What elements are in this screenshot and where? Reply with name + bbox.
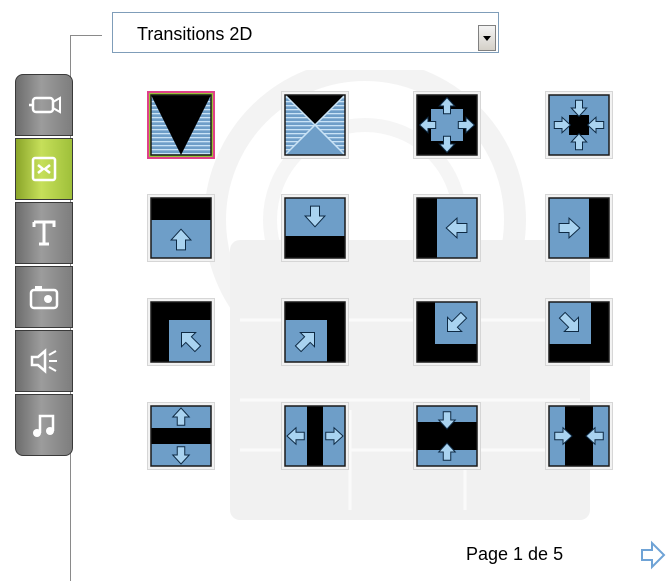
diagonal-down-left-icon <box>416 301 478 363</box>
photo-icon <box>29 286 59 310</box>
sound-icon <box>30 348 57 374</box>
dropdown-arrow-button[interactable] <box>478 25 496 51</box>
transition-tile[interactable] <box>545 91 613 159</box>
arrows-in-icon <box>548 94 610 156</box>
transition-tile[interactable] <box>281 91 349 159</box>
transition-icon <box>31 156 57 182</box>
split-vertical-in-icon <box>416 405 478 467</box>
transition-tile[interactable] <box>281 194 349 262</box>
transition-tile[interactable] <box>413 194 481 262</box>
push-up-icon <box>150 197 212 259</box>
next-page-arrow-icon[interactable] <box>640 540 666 570</box>
panel-bracket-top <box>70 35 102 36</box>
split-vertical-out-icon <box>150 405 212 467</box>
tab-text[interactable] <box>15 202 73 264</box>
transition-tile[interactable] <box>545 298 613 366</box>
diagonal-down-right-icon <box>548 301 610 363</box>
transition-tile[interactable] <box>545 194 613 262</box>
tab-sound[interactable] <box>15 330 73 392</box>
transition-tile[interactable] <box>545 402 613 470</box>
transition-tile[interactable] <box>147 194 215 262</box>
transition-tile[interactable] <box>413 91 481 159</box>
transition-tile[interactable] <box>281 402 349 470</box>
transition-tile[interactable] <box>147 402 215 470</box>
category-tabs <box>15 74 73 460</box>
push-right-icon <box>548 197 610 259</box>
transition-tile[interactable] <box>147 298 215 366</box>
tab-music[interactable] <box>15 394 73 456</box>
transition-type-value: Transitions 2D <box>137 24 253 44</box>
split-horizontal-in-icon <box>548 405 610 467</box>
wedge-down-icon <box>150 94 212 156</box>
chevron-down-icon <box>483 35 491 41</box>
split-horizontal-out-icon <box>284 405 346 467</box>
transition-tile[interactable] <box>413 402 481 470</box>
transition-type-select[interactable]: Transitions 2D <box>112 12 499 53</box>
tab-video[interactable] <box>15 74 73 136</box>
transition-tile[interactable] <box>147 91 215 159</box>
push-down-icon <box>284 197 346 259</box>
text-icon <box>32 220 56 246</box>
diagonal-up-left-icon <box>150 301 212 363</box>
music-icon <box>33 414 55 437</box>
push-left-icon <box>416 197 478 259</box>
page-indicator: Page 1 de 5 <box>466 544 564 564</box>
tab-photo[interactable] <box>15 266 73 328</box>
tab-transitions[interactable] <box>15 138 73 200</box>
transition-tile[interactable] <box>413 298 481 366</box>
diagonal-up-right-icon <box>284 301 346 363</box>
transition-tile[interactable] <box>281 298 349 366</box>
arrows-out-icon <box>416 94 478 156</box>
hourglass-icon <box>284 94 346 156</box>
video-camera-icon <box>29 96 61 114</box>
